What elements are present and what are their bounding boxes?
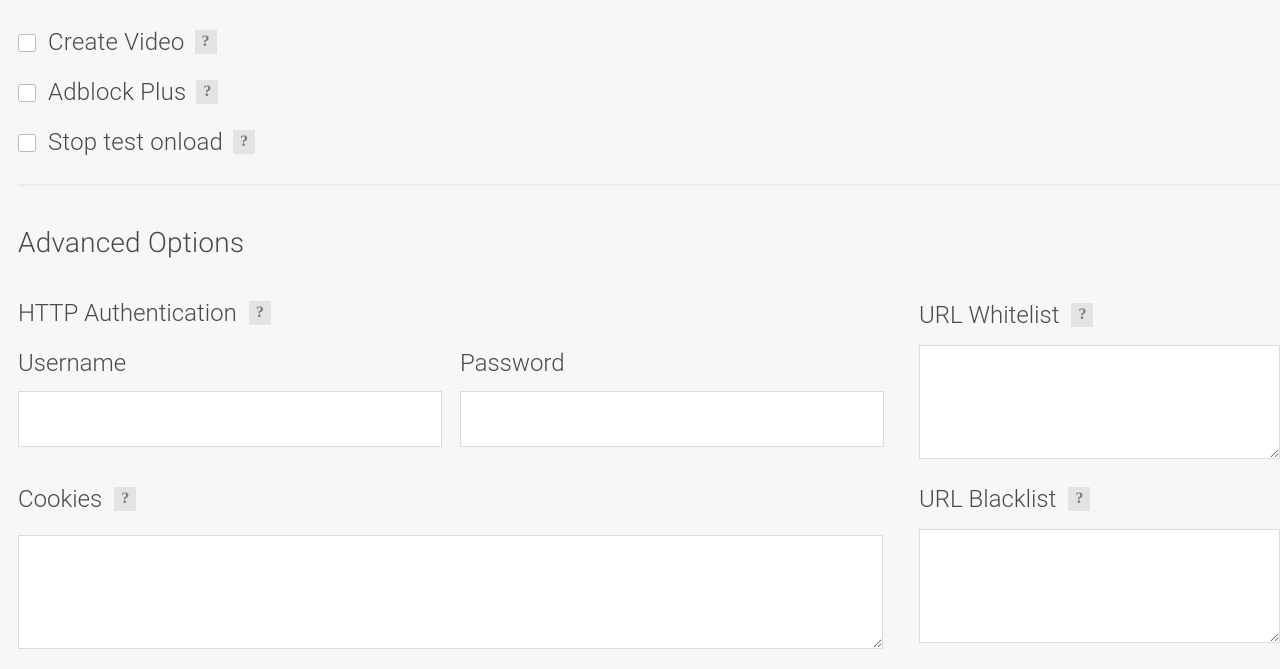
- cookies-label: Cookies: [18, 485, 102, 513]
- url-blacklist-label: URL Blacklist: [919, 485, 1056, 513]
- password-input[interactable]: [460, 391, 884, 447]
- advanced-right-column: URL Whitelist ? URL Blacklist ?: [919, 299, 1280, 669]
- password-label: Password: [460, 349, 884, 377]
- stop-test-onload-row: Stop test onload ?: [18, 128, 1280, 156]
- advanced-columns: HTTP Authentication ? Username Password …: [18, 299, 1280, 669]
- stop-test-onload-label: Stop test onload: [48, 128, 223, 156]
- cookies-textarea[interactable]: [18, 535, 883, 649]
- username-input[interactable]: [18, 391, 442, 447]
- help-icon[interactable]: ?: [196, 80, 218, 104]
- cookies-heading-row: Cookies ?: [18, 485, 884, 513]
- http-auth-heading-row: HTTP Authentication ?: [18, 299, 884, 327]
- section-divider: [18, 184, 1280, 186]
- username-field-wrapper: Username: [18, 349, 442, 447]
- help-icon[interactable]: ?: [233, 130, 255, 154]
- create-video-label: Create Video: [48, 28, 185, 56]
- help-icon[interactable]: ?: [114, 487, 136, 511]
- username-label: Username: [18, 349, 442, 377]
- advanced-options-heading: Advanced Options: [18, 226, 1280, 259]
- adblock-plus-label: Adblock Plus: [48, 78, 186, 106]
- http-auth-label: HTTP Authentication: [18, 299, 237, 327]
- url-blacklist-textarea[interactable]: [919, 529, 1280, 643]
- url-whitelist-textarea[interactable]: [919, 345, 1280, 459]
- create-video-checkbox[interactable]: [18, 34, 36, 52]
- help-icon[interactable]: ?: [249, 301, 271, 325]
- adblock-plus-row: Adblock Plus ?: [18, 78, 1280, 106]
- help-icon[interactable]: ?: [195, 30, 217, 54]
- url-whitelist-label: URL Whitelist: [919, 301, 1059, 329]
- adblock-plus-checkbox[interactable]: [18, 84, 36, 102]
- url-whitelist-heading-row: URL Whitelist ?: [919, 301, 1280, 329]
- password-field-wrapper: Password: [460, 349, 884, 447]
- create-video-row: Create Video ?: [18, 28, 1280, 56]
- stop-test-onload-checkbox[interactable]: [18, 134, 36, 152]
- url-blacklist-block: URL Blacklist ?: [919, 485, 1280, 647]
- help-icon[interactable]: ?: [1071, 303, 1093, 327]
- http-auth-fields: Username Password: [18, 349, 884, 447]
- url-whitelist-block: URL Whitelist ?: [919, 301, 1280, 463]
- advanced-left-column: HTTP Authentication ? Username Password …: [18, 299, 884, 669]
- help-icon[interactable]: ?: [1068, 487, 1090, 511]
- url-blacklist-heading-row: URL Blacklist ?: [919, 485, 1280, 513]
